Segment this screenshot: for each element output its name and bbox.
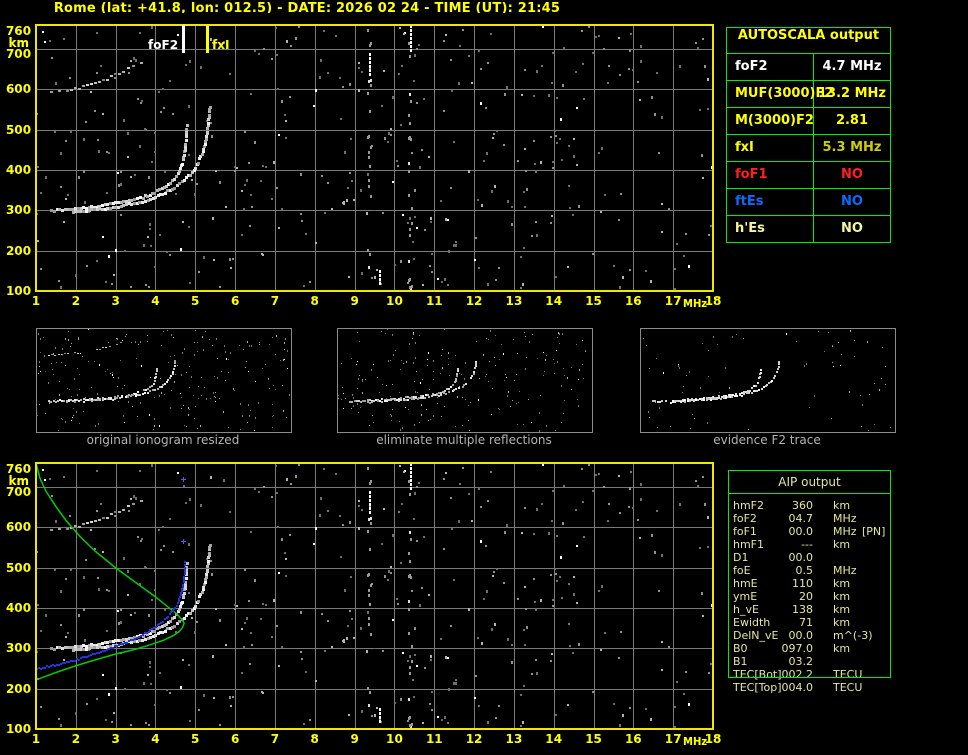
autoscala-row: foF24.7 MHz [727, 54, 890, 81]
param-unit: m^(-3) [833, 629, 872, 642]
aip-row: D1 00.0 [728, 551, 891, 564]
param-value: 71 [753, 616, 813, 629]
param-unit: km [833, 603, 850, 616]
param-value: 03.2 [753, 655, 813, 668]
aip-row: DelN_vE00.0m^(-3) [728, 629, 891, 642]
param-value: 00.0 [753, 551, 813, 564]
aip-output-table: AIP output hmF2360kmfoF204.7MHzfoF100.0M… [728, 471, 891, 694]
param-value: 0.5 [753, 564, 813, 577]
param-unit: MHz [833, 512, 857, 525]
param-value: NO [814, 216, 890, 242]
param-flag: [PN] [862, 525, 885, 538]
aip-row: TEC[Top]004.0TECU [728, 681, 891, 694]
param-label: MUF(3000)F2 [727, 81, 814, 107]
param-label: foE [733, 564, 751, 577]
param-value: 360 [753, 499, 813, 512]
param-value: 110 [753, 577, 813, 590]
autoscala-row: h'EsNO [727, 216, 890, 242]
autoscala-row: fxI5.3 MHz [727, 135, 890, 162]
param-value: 13.2 MHz [814, 81, 890, 107]
thumbnail-f2-trace-evidence [640, 328, 896, 433]
param-unit: km [833, 642, 850, 655]
thumbnail-original-ionogram [36, 328, 292, 433]
aip-row: TEC[Bot]002.2TECU [728, 668, 891, 681]
autoscala-output-table: AUTOSCALA output foF24.7 MHzMUF(3000)F21… [726, 27, 891, 243]
param-value: NO [814, 189, 890, 215]
top-ionogram-plot [0, 13, 730, 323]
param-label: fxI [727, 135, 814, 161]
autoscala-row: MUF(3000)F213.2 MHz [727, 81, 890, 108]
aip-row: ymE20km [728, 590, 891, 603]
param-value: --- [753, 538, 813, 551]
param-unit: km [833, 590, 850, 603]
param-label: B1 [733, 655, 748, 668]
param-label: foF2 [727, 54, 814, 80]
param-label: foF1 [727, 162, 814, 188]
param-unit: TECU [833, 681, 862, 694]
autoscala-row: M(3000)F22.81 [727, 108, 890, 135]
aip-row: foE0.5 MHz [728, 564, 891, 577]
param-value: 002.2 [753, 668, 813, 681]
param-value: 00.0 [753, 525, 813, 538]
param-unit: km [833, 577, 850, 590]
param-unit: MHz [833, 564, 857, 577]
param-label: h'Es [727, 216, 814, 242]
param-unit: km [833, 616, 850, 629]
param-label: B0 [733, 642, 748, 655]
param-value: 5.3 MHz [814, 135, 890, 161]
param-unit: km [833, 499, 850, 512]
param-value: 097.0 [753, 642, 813, 655]
param-unit: TECU [833, 668, 862, 681]
param-value: 04.7 [753, 512, 813, 525]
thumbnail-caption-f2trace: evidence F2 trace [639, 433, 895, 447]
thumbnail-multiple-reflections-removed [337, 328, 593, 433]
param-value: 004.0 [753, 681, 813, 694]
param-unit: MHz [833, 525, 857, 538]
aip-row: B0 097.0 km [728, 642, 891, 655]
autoscala-screen: Rome (lat: +41.8, lon: 012.5) - DATE: 20… [0, 0, 968, 755]
thumbnail-caption-original: original ionogram resized [35, 433, 291, 447]
aip-row: Ewidth71km [728, 616, 891, 629]
param-unit: km [833, 538, 850, 551]
autoscala-table-header: AUTOSCALA output [727, 28, 890, 54]
aip-row: foF204.7MHz [728, 512, 891, 525]
aip-table-header: AIP output [728, 471, 891, 494]
aip-row: h_vE138km [728, 603, 891, 616]
param-value: 4.7 MHz [814, 54, 890, 80]
param-label: ftEs [727, 189, 814, 215]
aip-row: hmF1---km [728, 538, 891, 551]
aip-row: B1 03.2 [728, 655, 891, 668]
param-label: D1 [733, 551, 748, 564]
aip-table-rows: hmF2360kmfoF204.7MHzfoF100.0MHz[PN]hmF1-… [728, 499, 891, 694]
autoscala-row: foF1NO [727, 162, 890, 189]
autoscala-row: ftEsNO [727, 189, 890, 216]
aip-row: hmE110km [728, 577, 891, 590]
param-value: 00.0 [753, 629, 813, 642]
aip-row: hmF2360km [728, 499, 891, 512]
param-value: 20 [753, 590, 813, 603]
param-value: 138 [753, 603, 813, 616]
thumbnail-caption-reflections: eliminate multiple reflections [336, 433, 592, 447]
aip-row: foF100.0MHz[PN] [728, 525, 891, 538]
param-label: M(3000)F2 [727, 108, 814, 134]
autoscala-table-rows: foF24.7 MHzMUF(3000)F213.2 MHzM(3000)F22… [727, 54, 890, 242]
bottom-ionogram-profile-plot [0, 450, 730, 755]
param-value: NO [814, 162, 890, 188]
param-value: 2.81 [814, 108, 890, 134]
